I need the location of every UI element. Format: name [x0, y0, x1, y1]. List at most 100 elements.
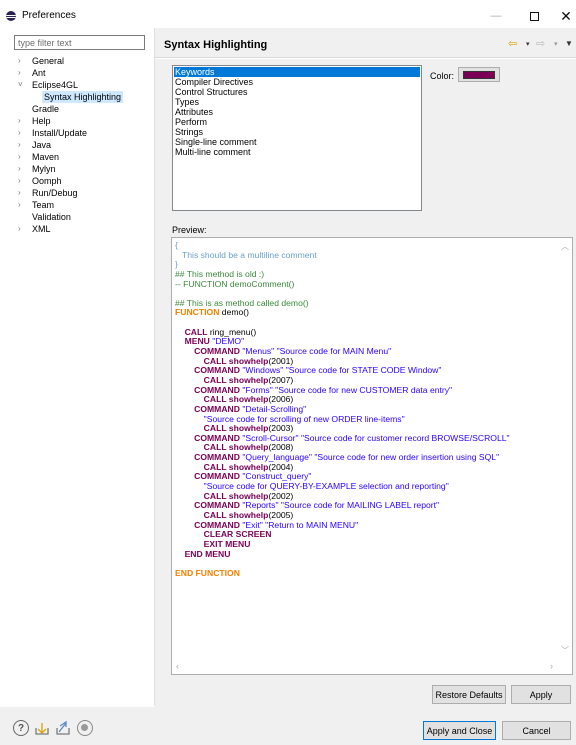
syntax-element-item[interactable]: Perform — [174, 117, 420, 127]
collapsed-chevron-icon[interactable]: › — [18, 199, 26, 211]
code-line: END MENU — [175, 549, 555, 560]
syntax-element-item[interactable]: Strings — [174, 127, 420, 137]
preview-code: { This should be a multiline comment} ## … — [175, 241, 555, 657]
apply-button[interactable]: Apply — [511, 685, 571, 704]
import-icon[interactable] — [34, 720, 50, 736]
restore-defaults-button[interactable]: Restore Defaults — [432, 685, 506, 704]
tree-item-label: Mylyn — [32, 164, 56, 174]
tree-item-gradle[interactable]: Gradle — [14, 103, 148, 115]
tree-item-help[interactable]: › Help — [14, 115, 148, 127]
help-icon[interactable]: ? — [13, 720, 29, 736]
tree-item-team[interactable]: › Team — [14, 199, 148, 211]
code-token: "Source code for new order insertion usi… — [314, 452, 500, 463]
syntax-element-item[interactable]: Single-line comment — [174, 137, 420, 147]
code-token: "DEMO" — [212, 336, 245, 347]
export-icon[interactable] — [55, 720, 71, 736]
code-line: This should be a multiline comment — [175, 250, 555, 261]
syntax-element-item[interactable]: Attributes — [174, 107, 420, 117]
vertical-scrollbar[interactable]: ︿ ﹀ — [557, 238, 572, 659]
code-token: COMMAND — [194, 432, 240, 443]
collapsed-chevron-icon[interactable]: › — [18, 163, 26, 175]
code-token: "Source code for new CUSTOMER data entry… — [275, 384, 453, 395]
code-token: CALL — [184, 326, 208, 337]
code-token: "Source code for MAILING LABEL report" — [280, 500, 440, 511]
tree-item-label: Syntax Highlighting — [42, 91, 124, 103]
tree-item-install-update[interactable]: › Install/Update — [14, 127, 148, 139]
code-token: ## This is as method called demo() — [175, 297, 309, 308]
tree-item-eclipse4gl[interactable]: ˅ Eclipse4GL — [14, 79, 148, 91]
tree-item-oomph[interactable]: › Oomph — [14, 175, 148, 187]
preference-tree: › General › Ant ˅ Eclipse4GL Syntax Highlighti… — [14, 55, 148, 235]
tree-item-label: Help — [32, 116, 51, 126]
collapsed-chevron-icon[interactable]: › — [18, 67, 26, 79]
code-token: "Construct_query" — [242, 471, 312, 482]
scroll-left-icon[interactable]: ‹ — [176, 661, 179, 671]
code-token: (2001) — [268, 355, 294, 366]
code-token: (2007) — [268, 374, 294, 385]
code-token: "Scroll-Cursor" — [242, 432, 299, 443]
forward-arrow-icon[interactable]: ⇨ — [536, 37, 545, 50]
code-token: "Menus" — [242, 346, 275, 357]
collapsed-chevron-icon[interactable]: › — [18, 187, 26, 199]
record-icon[interactable] — [77, 720, 93, 736]
code-token: "Reports" — [242, 500, 279, 511]
code-token: "Source code for QUERY-BY-EXAMPLE select… — [203, 481, 449, 492]
minimize-button[interactable]: — — [478, 5, 514, 27]
view-menu-icon[interactable]: ▼ — [565, 39, 573, 48]
back-dropdown-icon[interactable]: ▾ — [526, 40, 530, 48]
tree-item-label: Gradle — [32, 104, 60, 114]
tree-item-ant[interactable]: › Ant — [14, 67, 148, 79]
maximize-button[interactable] — [516, 5, 552, 27]
collapsed-chevron-icon[interactable]: › — [18, 151, 26, 163]
tree-item-label: Java — [32, 140, 52, 150]
code-token: -- FUNCTION demoComment() — [175, 278, 295, 289]
preview-label: Preview: — [172, 225, 207, 235]
tree-item-validation[interactable]: Validation — [14, 211, 148, 223]
apply-and-close-button[interactable]: Apply and Close — [423, 721, 496, 740]
code-token: (2005) — [268, 509, 294, 520]
eclipse-icon — [6, 11, 16, 21]
code-token: FUNCTION — [175, 307, 220, 318]
tree-item-syntax-highlighting[interactable]: Syntax Highlighting — [14, 91, 148, 103]
syntax-element-item[interactable]: Compiler Directives — [174, 77, 420, 87]
close-button[interactable]: ✕ — [548, 5, 576, 27]
collapsed-chevron-icon[interactable]: › — [18, 127, 26, 139]
scroll-down-icon[interactable]: ﹀ — [561, 645, 569, 656]
scroll-up-icon[interactable]: ︿ — [561, 241, 569, 252]
collapsed-chevron-icon[interactable]: › — [18, 223, 26, 235]
syntax-element-item[interactable]: Types — [174, 97, 420, 107]
tree-item-run-debug[interactable]: › Run/Debug — [14, 187, 148, 199]
syntax-element-item[interactable]: Control Structures — [174, 87, 420, 97]
code-token: END FUNCTION — [175, 567, 240, 578]
forward-dropdown-icon[interactable]: ▾ — [554, 40, 558, 48]
collapsed-chevron-icon[interactable]: › — [18, 115, 26, 127]
syntax-element-item[interactable]: Keywords — [174, 67, 420, 77]
code-token: "Source code for STATE CODE Window" — [285, 365, 442, 376]
cancel-button[interactable]: Cancel — [502, 721, 571, 740]
filter-input[interactable] — [14, 35, 145, 50]
syntax-element-list[interactable]: Keywords Compiler Directives Control Struc… — [172, 65, 422, 211]
preview-editor[interactable]: { This should be a multiline comment} ## … — [171, 237, 573, 675]
color-picker-button[interactable] — [458, 67, 500, 82]
tree-item-maven[interactable]: › Maven — [14, 151, 148, 163]
expanded-chevron-icon[interactable]: ˅ — [18, 79, 26, 91]
collapsed-chevron-icon[interactable]: › — [18, 139, 26, 151]
collapsed-chevron-icon[interactable]: › — [18, 175, 26, 187]
tree-item-java[interactable]: › Java — [14, 139, 148, 151]
tree-item-mylyn[interactable]: › Mylyn — [14, 163, 148, 175]
tree-item-xml[interactable]: › XML — [14, 223, 148, 235]
collapsed-chevron-icon[interactable]: › — [18, 55, 26, 67]
code-line: EXIT MENU — [175, 539, 555, 550]
tree-item-general[interactable]: › General — [14, 55, 148, 67]
back-arrow-icon[interactable]: ⇦ — [508, 37, 517, 50]
scroll-right-icon[interactable]: › — [550, 661, 553, 671]
horizontal-scrollbar[interactable]: ‹ › — [172, 659, 557, 674]
syntax-element-item[interactable]: Multi-line comment — [174, 147, 420, 157]
